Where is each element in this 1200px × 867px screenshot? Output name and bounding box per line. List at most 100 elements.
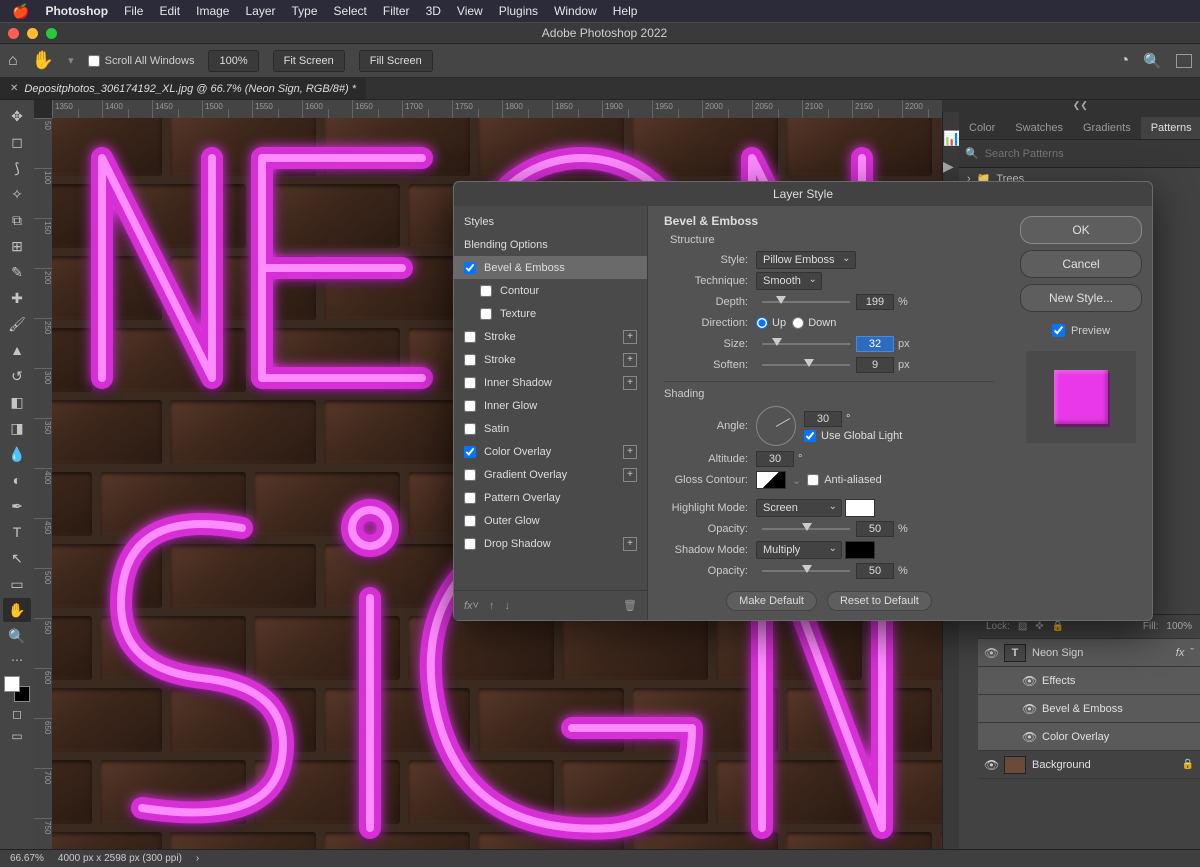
styles-header[interactable]: Styles	[454, 210, 647, 233]
healing-tool[interactable]: ✚	[3, 286, 31, 310]
ok-button[interactable]: OK	[1020, 216, 1142, 244]
eraser-tool[interactable]: ◧	[3, 390, 31, 414]
pen-tool[interactable]: ✒	[3, 494, 31, 518]
fx-icon[interactable]: fx˅	[464, 600, 479, 612]
gradient-tool[interactable]: ◨	[3, 416, 31, 440]
move-down-icon[interactable]: ↓	[504, 600, 510, 612]
history-brush-tool[interactable]: ↺	[3, 364, 31, 388]
shadow-opacity-field[interactable]: 50	[856, 563, 894, 579]
close-tab-icon[interactable]: ✕	[10, 83, 18, 94]
shadow-opacity-slider[interactable]	[762, 564, 850, 578]
zoom-level-button[interactable]: 100%	[208, 50, 258, 72]
blur-tool[interactable]: 💧	[3, 442, 31, 466]
reset-default-button[interactable]: Reset to Default	[827, 591, 932, 611]
menu-window[interactable]: Window	[554, 4, 597, 18]
stamp-tool[interactable]: ▲	[3, 338, 31, 362]
size-field[interactable]: 32	[856, 336, 894, 352]
minimize-window-button[interactable]	[27, 28, 38, 39]
patterns-search-input[interactable]	[985, 148, 1196, 160]
add-icon[interactable]: +	[623, 445, 637, 459]
trash-icon[interactable]: 🗑	[623, 599, 637, 612]
tab-swatches[interactable]: Swatches	[1005, 117, 1073, 139]
menu-select[interactable]: Select	[334, 4, 367, 18]
chevron-right-icon[interactable]: ›	[196, 853, 199, 864]
collapse-chevron-2[interactable]: ❮❮	[959, 100, 1200, 112]
tab-patterns[interactable]: Patterns	[1141, 117, 1200, 139]
direction-up-radio[interactable]: Up	[756, 317, 786, 329]
vertical-ruler[interactable]: 5010015020025030035040045050055060065070…	[34, 118, 52, 849]
histogram-icon[interactable]: 📊	[943, 130, 959, 144]
highlight-opacity-field[interactable]: 50	[856, 521, 894, 537]
frame-tool[interactable]: ⊞	[3, 234, 31, 258]
style-outer-glow[interactable]: Outer Glow	[454, 509, 647, 532]
menu-view[interactable]: View	[457, 4, 483, 18]
menu-help[interactable]: Help	[613, 4, 638, 18]
technique-select[interactable]: Smooth	[756, 272, 822, 290]
visibility-icon[interactable]: 👁	[984, 758, 998, 772]
layer-effect-bevel[interactable]: 👁 Bevel & Emboss	[978, 695, 1200, 723]
layer-effects[interactable]: 👁 Effects	[978, 667, 1200, 695]
preview-checkbox[interactable]: Preview	[1020, 324, 1142, 337]
brush-tool[interactable]: 🖌	[3, 312, 31, 336]
visibility-icon[interactable]: 👁	[1022, 674, 1036, 688]
menu-layer[interactable]: Layer	[245, 4, 275, 18]
cloud-docs-icon[interactable]: ◔	[1120, 52, 1130, 70]
type-tool[interactable]: T	[3, 520, 31, 544]
crop-tool[interactable]: ⧉	[3, 208, 31, 232]
size-slider[interactable]	[762, 337, 850, 351]
highlight-opacity-slider[interactable]	[762, 522, 850, 536]
add-icon[interactable]: +	[623, 330, 637, 344]
menu-3d[interactable]: 3D	[426, 4, 441, 18]
highlight-mode-select[interactable]: Screen	[756, 499, 842, 517]
document-tab[interactable]: ✕ Depositphotos_306174192_XL.jpg @ 66.7%…	[0, 78, 366, 99]
angle-field[interactable]: 30	[804, 411, 842, 427]
path-tool[interactable]: ↖	[3, 546, 31, 570]
menu-edit[interactable]: Edit	[159, 4, 180, 18]
visibility-icon[interactable]: 👁	[1022, 702, 1036, 716]
tab-gradients[interactable]: Gradients	[1073, 117, 1141, 139]
menu-type[interactable]: Type	[292, 4, 318, 18]
search-icon[interactable]: 🔍	[1143, 52, 1162, 70]
scroll-all-checkbox[interactable]: Scroll All Windows	[88, 55, 195, 67]
add-icon[interactable]: +	[623, 468, 637, 482]
highlight-color[interactable]	[845, 499, 875, 517]
shape-tool[interactable]: ▭	[3, 572, 31, 596]
style-contour[interactable]: Contour	[454, 279, 647, 302]
style-stroke[interactable]: Stroke+	[454, 325, 647, 348]
lasso-tool[interactable]: ⟆	[3, 156, 31, 180]
horizontal-ruler[interactable]: 1350140014501500155016001650170017501800…	[52, 100, 942, 118]
soften-slider[interactable]	[762, 358, 850, 372]
visibility-icon[interactable]: 👁	[984, 646, 998, 660]
shadow-mode-select[interactable]: Multiply	[756, 541, 842, 559]
move-up-icon[interactable]: ↑	[489, 600, 495, 612]
close-window-button[interactable]	[8, 28, 19, 39]
screenmode-toggle[interactable]: ▭	[3, 726, 31, 746]
make-default-button[interactable]: Make Default	[726, 591, 817, 611]
depth-slider[interactable]	[762, 295, 850, 309]
visibility-icon[interactable]: 👁	[1022, 730, 1036, 744]
add-icon[interactable]: +	[623, 353, 637, 367]
soften-field[interactable]: 9	[856, 357, 894, 373]
style-color-overlay[interactable]: Color Overlay+	[454, 440, 647, 463]
tab-color[interactable]: Color	[959, 117, 1005, 139]
menu-file[interactable]: File	[124, 4, 143, 18]
fill-screen-button[interactable]: Fill Screen	[359, 50, 433, 72]
style-inner-glow[interactable]: Inner Glow	[454, 394, 647, 417]
apple-menu[interactable]: 🍎	[12, 3, 29, 20]
wand-tool[interactable]: ✧	[3, 182, 31, 206]
layer-effect-color-overlay[interactable]: 👁 Color Overlay	[978, 723, 1200, 751]
menu-filter[interactable]: Filter	[383, 4, 410, 18]
new-style-button[interactable]: New Style...	[1020, 284, 1142, 312]
lock-all-icon[interactable]: 🔒	[1052, 621, 1064, 632]
navigator-icon[interactable]: ▶	[943, 158, 959, 172]
maximize-window-button[interactable]	[46, 28, 57, 39]
style-gradient-overlay[interactable]: Gradient Overlay+	[454, 463, 647, 486]
style-stroke-2[interactable]: Stroke+	[454, 348, 647, 371]
hand-tool[interactable]: ✋	[3, 598, 31, 622]
chevron-down-icon[interactable]: ˇ	[1190, 647, 1194, 659]
fill-value[interactable]: 100%	[1166, 621, 1192, 632]
style-pattern-overlay[interactable]: Pattern Overlay	[454, 486, 647, 509]
angle-dial[interactable]	[756, 406, 796, 446]
shadow-color[interactable]	[845, 541, 875, 559]
style-inner-shadow[interactable]: Inner Shadow+	[454, 371, 647, 394]
